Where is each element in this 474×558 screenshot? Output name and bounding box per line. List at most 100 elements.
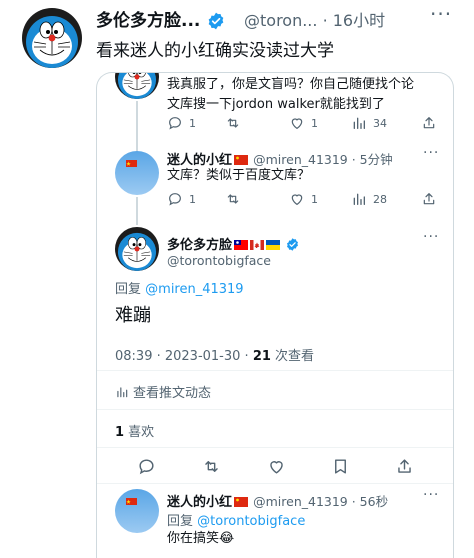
more-options-icon[interactable]: ··· (423, 145, 439, 161)
flag-avatar-icon (115, 151, 159, 195)
avatar[interactable] (115, 151, 159, 195)
verified-badge-icon (285, 237, 300, 252)
reply-button[interactable] (137, 457, 156, 476)
heart-icon (289, 115, 305, 131)
user-handle[interactable]: @miren_41319 · 5分钟 (253, 152, 393, 167)
heart-icon (267, 457, 286, 476)
reply-text-line: 我真服了，你是文盲吗？你自己随便找个论 (167, 77, 415, 92)
reply-text: 你在搞笑😂 (167, 531, 235, 546)
views-button[interactable]: 28 (351, 191, 387, 207)
like-button[interactable]: 1 (289, 191, 318, 207)
china-flag-icon (234, 497, 249, 507)
tweet-time: · 16小时 (322, 11, 386, 30)
retweet-icon (202, 457, 221, 476)
retweet-button[interactable] (225, 191, 241, 207)
avatar[interactable] (22, 8, 82, 68)
like-button[interactable] (267, 457, 286, 476)
reply-button[interactable]: 1 (167, 115, 196, 131)
share-icon (395, 457, 414, 476)
avatar[interactable] (115, 489, 159, 533)
display-name[interactable]: 迷人的小红 (167, 495, 232, 510)
user-handle[interactable]: @miren_41319 · 56秒 (253, 494, 388, 509)
views-icon (351, 115, 367, 131)
reply-button[interactable]: 1 (167, 191, 196, 207)
avatar[interactable] (115, 72, 159, 99)
reply-icon (167, 191, 183, 207)
reply-text: 文库？类似于百度文库？ (167, 168, 311, 183)
flag-avatar-icon (115, 489, 159, 533)
like-count: 1 (311, 116, 318, 130)
tweet-text: 看来迷人的小红确实没读过大学 (96, 41, 334, 61)
tweet-header: 多伦多方脸 (167, 234, 300, 253)
share-button[interactable] (421, 191, 437, 207)
share-icon (421, 115, 437, 131)
timestamp-text[interactable]: 08:39 · 2023-01-30 · (115, 349, 253, 364)
divider (97, 370, 453, 371)
more-options-icon[interactable]: ··· (430, 2, 452, 26)
likes-label: 喜欢 (124, 425, 155, 440)
reply-context-label: 回复 (167, 514, 194, 529)
reply-count: 1 (189, 116, 196, 130)
views-icon (351, 191, 367, 207)
views-icon (115, 385, 129, 399)
like-button[interactable]: 1 (289, 115, 318, 131)
likes-summary[interactable]: 1 喜欢 (115, 421, 154, 440)
ukraine-flag-icon (266, 240, 281, 250)
tweet-timestamp: 08:39 · 2023-01-30 · 21 次查看 (115, 345, 314, 364)
views-count: 34 (373, 116, 387, 130)
user-handle[interactable]: @torontobigface (167, 253, 271, 268)
reply-context-label: 回复 (115, 282, 142, 297)
thread-card: 我真服了，你是文盲吗？你自己随便找个论 文库搜一下jordon walker就能… (96, 72, 454, 558)
doraemon-avatar-icon (115, 72, 159, 99)
retweet-button[interactable] (225, 115, 241, 131)
views-count: 28 (373, 192, 387, 206)
bookmark-button[interactable] (331, 457, 350, 476)
reply-icon (137, 457, 156, 476)
tweet-activity-label: 查看推文动态 (133, 386, 212, 401)
mention-link[interactable]: @torontobigface (197, 514, 305, 529)
verified-badge-icon (206, 11, 226, 31)
mention-link[interactable]: @miren_41319 (145, 282, 243, 297)
handle-text: @toron... (244, 11, 318, 30)
retweet-icon (225, 115, 241, 131)
tweet-actions: 1 1 28 (167, 191, 447, 211)
china-flag-icon (234, 155, 249, 165)
reply-icon (167, 115, 183, 131)
likes-count: 1 (115, 425, 125, 440)
reply-context: 回复 @miren_41319 (115, 278, 244, 297)
divider (97, 409, 453, 410)
share-button[interactable] (395, 457, 414, 476)
outer-tweet: 多伦多方脸... @toron... · 16小时 ··· 看来迷人的小红确实没… (0, 0, 474, 72)
more-options-icon[interactable]: ··· (423, 229, 439, 245)
reply-text: 我真服了，你是文盲吗？你自己随便找个论 文库搜一下jordon walker就能… (167, 75, 447, 115)
like-count: 1 (311, 192, 318, 206)
bookmark-icon (331, 457, 350, 476)
retweet-button[interactable] (202, 457, 221, 476)
tweet-activity-link[interactable]: 查看推文动态 (115, 382, 211, 401)
views-label: 次查看 (270, 349, 315, 364)
reply-count: 1 (189, 192, 196, 206)
more-options-icon[interactable]: ··· (423, 487, 439, 503)
views-button[interactable]: 34 (351, 115, 387, 131)
share-button[interactable] (421, 115, 437, 131)
canada-flag-icon (250, 240, 265, 250)
display-name[interactable]: 多伦多方脸... (96, 6, 226, 31)
doraemon-avatar-icon (115, 227, 159, 271)
heart-icon (289, 191, 305, 207)
taiwan-flag-icon (234, 240, 249, 250)
user-handle[interactable]: @toron... · 16小时 (244, 7, 385, 31)
tweet-actions: 1 1 34 (167, 115, 447, 135)
thread-connector (136, 197, 138, 225)
reply-text-line: 文库搜一下jordon walker就能找到了 (167, 97, 385, 112)
avatar[interactable] (115, 227, 159, 271)
main-tweet-actions (97, 457, 454, 477)
display-name-text: 多伦多方脸... (96, 11, 201, 31)
doraemon-avatar-icon (22, 8, 82, 68)
share-icon (421, 191, 437, 207)
views-count: 21 (252, 349, 271, 364)
reply-context: 回复 @torontobigface (167, 510, 305, 529)
retweet-icon (225, 191, 241, 207)
tweet-text: 难蹦 (115, 305, 151, 326)
display-name[interactable]: 多伦多方脸 (167, 238, 232, 253)
tweet-header: 迷人的小红 @miren_41319 · 56秒 (167, 491, 388, 510)
